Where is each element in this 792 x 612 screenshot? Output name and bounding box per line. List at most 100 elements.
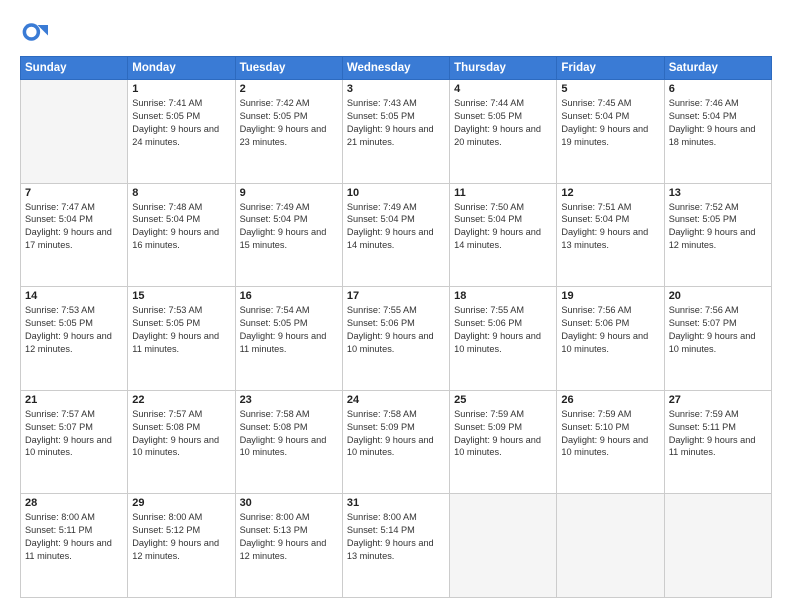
cell-info: Sunrise: 7:56 AMSunset: 5:06 PMDaylight:… — [561, 304, 659, 356]
page: SundayMondayTuesdayWednesdayThursdayFrid… — [0, 0, 792, 612]
day-number: 6 — [669, 83, 767, 95]
cell-info: Sunrise: 7:54 AMSunset: 5:05 PMDaylight:… — [240, 304, 338, 356]
calendar-cell: 3 Sunrise: 7:43 AMSunset: 5:05 PMDaylight… — [342, 80, 449, 184]
day-number: 24 — [347, 394, 445, 406]
cell-info: Sunrise: 7:53 AMSunset: 5:05 PMDaylight:… — [25, 304, 123, 356]
day-number: 13 — [669, 187, 767, 199]
cell-info: Sunrise: 7:46 AMSunset: 5:04 PMDaylight:… — [669, 97, 767, 149]
calendar-cell: 2 Sunrise: 7:42 AMSunset: 5:05 PMDaylight… — [235, 80, 342, 184]
day-number: 28 — [25, 497, 123, 509]
calendar-cell: 9Sunrise: 7:49 AMSunset: 5:04 PMDaylight… — [235, 183, 342, 287]
day-number: 26 — [561, 394, 659, 406]
cell-info: Sunrise: 8:00 AMSunset: 5:11 PMDaylight:… — [25, 511, 123, 563]
day-number: 8 — [132, 187, 230, 199]
day-number: 1 — [132, 83, 230, 95]
cell-info: Sunrise: 8:00 AMSunset: 5:12 PMDaylight:… — [132, 511, 230, 563]
week-row-1: 7 Sunrise: 7:47 AMSunset: 5:04 PMDaylight… — [21, 183, 772, 287]
day-number: 18 — [454, 290, 552, 302]
day-number: 17 — [347, 290, 445, 302]
cell-info: Sunrise: 7:49 AMSunset: 5:04 PMDaylight:… — [347, 201, 445, 253]
cell-info: Sunrise: 7:59 AMSunset: 5:11 PMDaylight:… — [669, 408, 767, 460]
day-number: 7 — [25, 187, 123, 199]
calendar-cell: 12Sunrise: 7:51 AMSunset: 5:04 PMDayligh… — [557, 183, 664, 287]
cell-info: Sunrise: 8:00 AMSunset: 5:14 PMDaylight:… — [347, 511, 445, 563]
cell-info: Sunrise: 7:59 AMSunset: 5:09 PMDaylight:… — [454, 408, 552, 460]
calendar-cell: 13 Sunrise: 7:52 AMSunset: 5:05 PMDayligh… — [664, 183, 771, 287]
calendar-cell — [557, 494, 664, 598]
cell-info: Sunrise: 7:50 AMSunset: 5:04 PMDaylight:… — [454, 201, 552, 253]
calendar-cell: 25 Sunrise: 7:59 AMSunset: 5:09 PMDayligh… — [450, 390, 557, 494]
calendar-cell: 23 Sunrise: 7:58 AMSunset: 5:08 PMDayligh… — [235, 390, 342, 494]
calendar-cell: 29 Sunrise: 8:00 AMSunset: 5:12 PMDayligh… — [128, 494, 235, 598]
calendar-cell: 16Sunrise: 7:54 AMSunset: 5:05 PMDayligh… — [235, 287, 342, 391]
calendar-cell: 5 Sunrise: 7:45 AMSunset: 5:04 PMDaylight… — [557, 80, 664, 184]
calendar-cell: 27 Sunrise: 7:59 AMSunset: 5:11 PMDayligh… — [664, 390, 771, 494]
week-row-2: 14 Sunrise: 7:53 AMSunset: 5:05 PMDayligh… — [21, 287, 772, 391]
cell-info: Sunrise: 7:45 AMSunset: 5:04 PMDaylight:… — [561, 97, 659, 149]
cell-info: Sunrise: 7:57 AMSunset: 5:07 PMDaylight:… — [25, 408, 123, 460]
calendar-cell: 24 Sunrise: 7:58 AMSunset: 5:09 PMDayligh… — [342, 390, 449, 494]
cell-info: Sunrise: 7:53 AMSunset: 5:05 PMDaylight:… — [132, 304, 230, 356]
calendar-cell — [21, 80, 128, 184]
cell-info: Sunrise: 7:43 AMSunset: 5:05 PMDaylight:… — [347, 97, 445, 149]
calendar-cell: 18Sunrise: 7:55 AMSunset: 5:06 PMDayligh… — [450, 287, 557, 391]
day-number: 23 — [240, 394, 338, 406]
calendar-cell: 1Sunrise: 7:41 AMSunset: 5:05 PMDaylight… — [128, 80, 235, 184]
cell-info: Sunrise: 7:59 AMSunset: 5:10 PMDaylight:… — [561, 408, 659, 460]
day-number: 15 — [132, 290, 230, 302]
day-number: 3 — [347, 83, 445, 95]
calendar-cell: 4 Sunrise: 7:44 AMSunset: 5:05 PMDaylight… — [450, 80, 557, 184]
weekday-header-thursday: Thursday — [450, 57, 557, 80]
day-number: 20 — [669, 290, 767, 302]
cell-info: Sunrise: 7:42 AMSunset: 5:05 PMDaylight:… — [240, 97, 338, 149]
weekday-header-sunday: Sunday — [21, 57, 128, 80]
logo — [20, 18, 52, 46]
day-number: 21 — [25, 394, 123, 406]
cell-info: Sunrise: 7:58 AMSunset: 5:08 PMDaylight:… — [240, 408, 338, 460]
day-number: 27 — [669, 394, 767, 406]
cell-info: Sunrise: 7:57 AMSunset: 5:08 PMDaylight:… — [132, 408, 230, 460]
calendar-cell: 10 Sunrise: 7:49 AMSunset: 5:04 PMDayligh… — [342, 183, 449, 287]
week-row-4: 28 Sunrise: 8:00 AMSunset: 5:11 PMDayligh… — [21, 494, 772, 598]
cell-info: Sunrise: 7:51 AMSunset: 5:04 PMDaylight:… — [561, 201, 659, 253]
day-number: 30 — [240, 497, 338, 509]
week-row-0: 1Sunrise: 7:41 AMSunset: 5:05 PMDaylight… — [21, 80, 772, 184]
header — [20, 18, 772, 46]
day-number: 19 — [561, 290, 659, 302]
day-number: 10 — [347, 187, 445, 199]
cell-info: Sunrise: 7:58 AMSunset: 5:09 PMDaylight:… — [347, 408, 445, 460]
calendar-cell: 31 Sunrise: 8:00 AMSunset: 5:14 PMDayligh… — [342, 494, 449, 598]
calendar-cell: 21 Sunrise: 7:57 AMSunset: 5:07 PMDayligh… — [21, 390, 128, 494]
calendar-cell: 14 Sunrise: 7:53 AMSunset: 5:05 PMDayligh… — [21, 287, 128, 391]
weekday-header-row: SundayMondayTuesdayWednesdayThursdayFrid… — [21, 57, 772, 80]
calendar-cell: 28 Sunrise: 8:00 AMSunset: 5:11 PMDayligh… — [21, 494, 128, 598]
day-number: 22 — [132, 394, 230, 406]
day-number: 14 — [25, 290, 123, 302]
calendar-cell: 17 Sunrise: 7:55 AMSunset: 5:06 PMDayligh… — [342, 287, 449, 391]
calendar-cell: 6 Sunrise: 7:46 AMSunset: 5:04 PMDaylight… — [664, 80, 771, 184]
logo-icon — [20, 18, 48, 46]
day-number: 25 — [454, 394, 552, 406]
calendar-table: SundayMondayTuesdayWednesdayThursdayFrid… — [20, 56, 772, 598]
weekday-header-monday: Monday — [128, 57, 235, 80]
calendar-cell: 26 Sunrise: 7:59 AMSunset: 5:10 PMDayligh… — [557, 390, 664, 494]
day-number: 11 — [454, 187, 552, 199]
cell-info: Sunrise: 7:55 AMSunset: 5:06 PMDaylight:… — [347, 304, 445, 356]
day-number: 2 — [240, 83, 338, 95]
calendar-cell: 11 Sunrise: 7:50 AMSunset: 5:04 PMDayligh… — [450, 183, 557, 287]
day-number: 31 — [347, 497, 445, 509]
day-number: 29 — [132, 497, 230, 509]
weekday-header-friday: Friday — [557, 57, 664, 80]
calendar-cell — [450, 494, 557, 598]
weekday-header-tuesday: Tuesday — [235, 57, 342, 80]
calendar-cell: 15 Sunrise: 7:53 AMSunset: 5:05 PMDayligh… — [128, 287, 235, 391]
cell-info: Sunrise: 7:47 AMSunset: 5:04 PMDaylight:… — [25, 201, 123, 253]
weekday-header-wednesday: Wednesday — [342, 57, 449, 80]
cell-info: Sunrise: 7:52 AMSunset: 5:05 PMDaylight:… — [669, 201, 767, 253]
day-number: 4 — [454, 83, 552, 95]
calendar-cell: 8Sunrise: 7:48 AMSunset: 5:04 PMDaylight… — [128, 183, 235, 287]
day-number: 5 — [561, 83, 659, 95]
calendar-cell: 30Sunrise: 8:00 AMSunset: 5:13 PMDayligh… — [235, 494, 342, 598]
cell-info: Sunrise: 7:44 AMSunset: 5:05 PMDaylight:… — [454, 97, 552, 149]
calendar-cell: 7 Sunrise: 7:47 AMSunset: 5:04 PMDaylight… — [21, 183, 128, 287]
